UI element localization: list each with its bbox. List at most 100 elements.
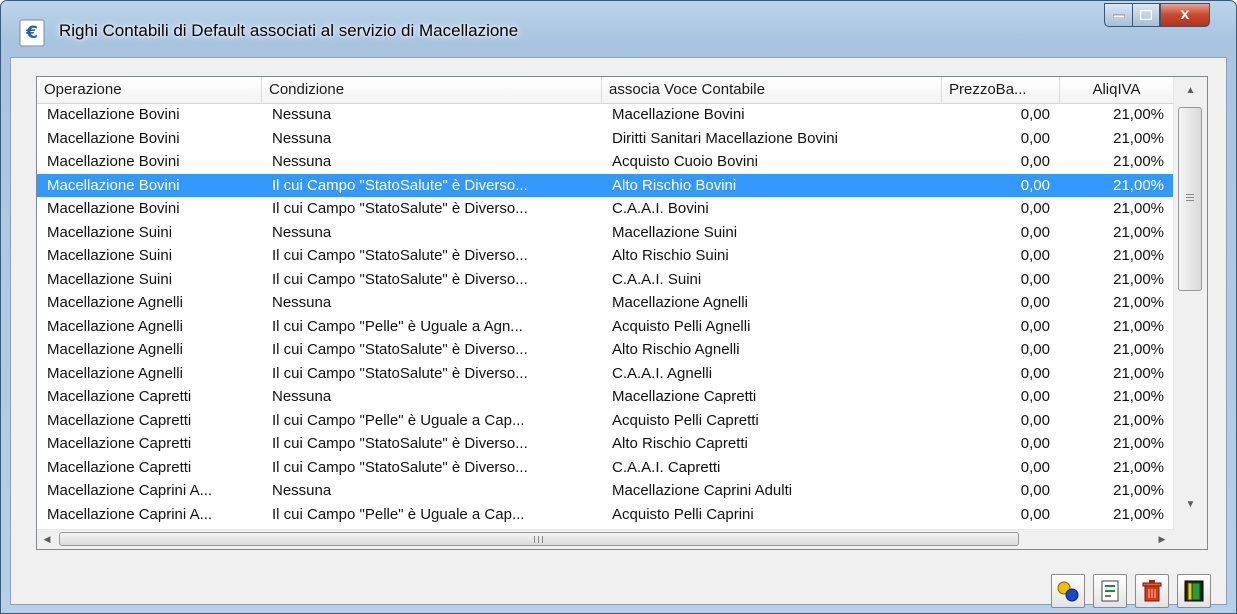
scroll-up-button[interactable]: ▲ <box>1174 77 1207 103</box>
cell-operazione: Macellazione Bovini <box>47 200 180 217</box>
exit-door-icon <box>1184 580 1204 602</box>
edit-button[interactable] <box>1093 574 1127 608</box>
table-row[interactable]: Macellazione Agnelli Il cui Campo "StatoS… <box>37 338 1174 362</box>
vertical-scroll-thumb[interactable] <box>1178 107 1202 291</box>
vertical-scrollbar[interactable]: ▲ ▼ <box>1173 77 1207 531</box>
cell-voce-contabile: Macellazione Caprini Adulti <box>612 482 793 499</box>
cell-prezzo: 0,00 <box>1020 482 1050 499</box>
list-header: Operazione Condizione associa Voce Conta… <box>37 77 1174 104</box>
cell-prezzo: 0,00 <box>1020 129 1050 147</box>
close-button[interactable]: x <box>1160 3 1210 27</box>
cell-voce-contabile: Alto Rischio Agnelli <box>612 341 740 358</box>
cell-prezzo: 0,00 <box>1020 341 1050 358</box>
delete-button[interactable] <box>1135 574 1169 608</box>
table-row[interactable]: Macellazione Caprini A... Nessuna Macellaz… <box>37 479 1174 503</box>
column-header-operazione[interactable]: Operazione <box>37 77 262 103</box>
scroll-left-icon: ◀ <box>43 534 51 544</box>
edit-record-icon <box>1101 580 1119 602</box>
window-title: Righi Contabili di Default associati al … <box>59 21 519 40</box>
cell-condizione: Nessuna <box>272 153 332 170</box>
cell-operazione: Macellazione Capretti <box>47 411 192 429</box>
table-row[interactable]: Macellazione Capretti Il cui Campo "Stato… <box>37 432 1174 456</box>
table-row[interactable]: Macellazione Agnelli Il cui Campo "StatoS… <box>37 362 1174 386</box>
cell-voce-contabile: Macellazione Agnelli <box>612 294 748 311</box>
cell-aliqiva: 21,00% <box>1113 505 1164 523</box>
cell-voce-contabile: Acquisto Pelli Capretti <box>612 411 759 429</box>
column-header-condizione[interactable]: Condizione <box>262 77 602 103</box>
cell-voce-contabile: Macellazione Suini <box>612 223 738 241</box>
add-record-icon <box>1057 581 1079 602</box>
cell-operazione: Macellazione Bovini <box>47 106 180 123</box>
cell-aliqiva: 21,00% <box>1113 364 1164 382</box>
add-button[interactable] <box>1051 574 1085 608</box>
table-row[interactable]: Macellazione Bovini Nessuna Macellazione B… <box>37 103 1174 127</box>
cell-aliqiva: 21,00% <box>1113 341 1164 358</box>
cell-condizione: Nessuna <box>272 294 332 311</box>
cell-prezzo: 0,00 <box>1020 153 1050 170</box>
scroll-down-button[interactable]: ▼ <box>1174 491 1207 517</box>
table-row[interactable]: Macellazione Agnelli Il cui Campo "Pelle"… <box>37 315 1174 339</box>
scroll-up-icon: ▲ <box>1185 84 1196 96</box>
scroll-left-button[interactable]: ◀ <box>37 530 57 549</box>
cell-voce-contabile: Acquisto Cuoio Bovini <box>612 153 758 170</box>
list-body: Macellazione Bovini Nessuna Macellazione B… <box>37 103 1174 531</box>
grip-line <box>542 536 543 543</box>
accounting-lines-list[interactable]: Operazione Condizione associa Voce Conta… <box>36 76 1208 550</box>
column-header-aliqiva[interactable]: AliqIVA <box>1060 77 1174 103</box>
horizontal-scroll-thumb[interactable] <box>59 532 1019 546</box>
scrollbar-corner <box>1174 530 1207 549</box>
grip-line <box>1186 194 1194 195</box>
column-header-voce-contabile[interactable]: associa Voce Contabile <box>602 77 942 103</box>
cell-aliqiva: 21,00% <box>1113 435 1164 452</box>
svg-text:€: € <box>25 23 38 43</box>
cell-aliqiva: 21,00% <box>1113 200 1164 217</box>
column-header-prezzo[interactable]: PrezzoBa... <box>942 77 1060 103</box>
cell-condizione: Nessuna <box>272 106 332 123</box>
cell-prezzo: 0,00 <box>1020 176 1050 194</box>
cell-voce-contabile: Macellazione Bovini <box>612 106 745 123</box>
scroll-right-button[interactable]: ▶ <box>1152 530 1172 549</box>
exit-button[interactable] <box>1177 574 1211 608</box>
cell-operazione: Macellazione Suini <box>47 247 173 264</box>
cell-voce-contabile: C.A.A.I. Bovini <box>612 200 709 217</box>
delete-record-icon <box>1142 580 1162 602</box>
cell-aliqiva: 21,00% <box>1113 482 1164 499</box>
cell-condizione: Il cui Campo "StatoSalute" è Diverso... <box>272 200 528 217</box>
cell-operazione: Macellazione Caprini A... <box>47 482 213 499</box>
euro-app-icon: € <box>19 19 45 47</box>
table-row[interactable]: Macellazione Caprini A... Il cui Campo "P… <box>37 503 1174 527</box>
table-row[interactable]: Macellazione Bovini Nessuna Acquisto Cuoio… <box>37 150 1174 174</box>
title-bar[interactable]: € Righi Contabili di Default associati a… <box>1 1 1236 57</box>
cell-condizione: Il cui Campo "StatoSalute" è Diverso... <box>272 270 528 288</box>
cell-prezzo: 0,00 <box>1020 505 1050 523</box>
cell-aliqiva: 21,00% <box>1113 294 1164 311</box>
grip-line <box>538 536 539 543</box>
horizontal-scrollbar[interactable]: ◀ ▶ <box>37 529 1174 549</box>
table-row[interactable]: Macellazione Suini Il cui Campo "StatoSal… <box>37 268 1174 292</box>
maximize-button[interactable] <box>1132 3 1160 27</box>
table-row[interactable]: Macellazione Agnelli Nessuna Macellazione … <box>37 291 1174 315</box>
table-row[interactable]: Macellazione Capretti Il cui Campo "Pelle… <box>37 409 1174 433</box>
table-row[interactable]: Macellazione Suini Il cui Campo "StatoSal… <box>37 244 1174 268</box>
cell-voce-contabile: Acquisto Pelli Caprini <box>612 505 754 523</box>
table-row[interactable]: Macellazione Capretti Nessuna Macellazione… <box>37 385 1174 409</box>
minimize-button[interactable] <box>1104 3 1132 27</box>
cell-voce-contabile: C.A.A.I. Capretti <box>612 458 721 476</box>
table-row[interactable]: Macellazione Suini Nessuna Macellazione Su… <box>37 221 1174 245</box>
dialog-client-area: Operazione Condizione associa Voce Conta… <box>10 57 1227 608</box>
table-row[interactable]: Macellazione Bovini Il cui Campo "StatoSa… <box>37 197 1174 221</box>
cell-operazione: Macellazione Agnelli <box>47 294 183 311</box>
cell-operazione: Macellazione Agnelli <box>47 317 183 335</box>
table-row-selected[interactable]: Macellazione Bovini Il cui Campo "StatoSa… <box>37 173 1174 197</box>
cell-voce-contabile: Diritti Sanitari Macellazione Bovini <box>612 129 838 147</box>
cell-operazione: Macellazione Bovini <box>47 129 180 147</box>
grip-line <box>1186 200 1194 201</box>
cell-condizione: Nessuna <box>272 482 332 499</box>
cell-condizione: Il cui Campo "StatoSalute" è Diverso... <box>272 247 528 264</box>
cell-condizione: Il cui Campo "StatoSalute" è Diverso... <box>272 435 528 452</box>
cell-operazione: Macellazione Bovini <box>47 153 180 170</box>
cell-aliqiva: 21,00% <box>1113 411 1164 429</box>
table-row[interactable]: Macellazione Capretti Il cui Campo "Stato… <box>37 456 1174 480</box>
cell-prezzo: 0,00 <box>1020 435 1050 452</box>
table-row[interactable]: Macellazione Bovini Nessuna Diritti Sanita… <box>37 127 1174 151</box>
